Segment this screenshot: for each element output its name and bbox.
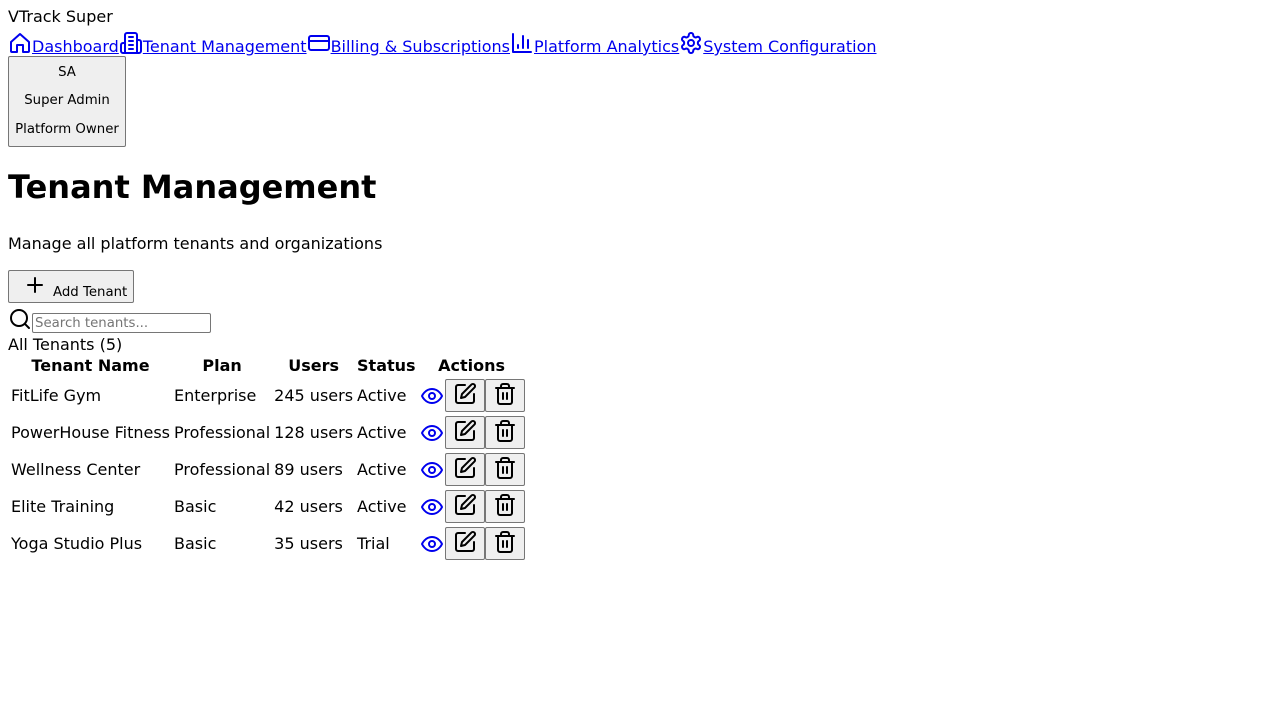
edit-icon bbox=[453, 419, 477, 446]
plus-icon bbox=[23, 273, 47, 300]
page: VTrack Super Dashboard Tenant Management… bbox=[0, 0, 1280, 571]
tenant-name-cell: Wellness Center bbox=[11, 460, 141, 479]
users-cell: 128 users bbox=[274, 423, 354, 442]
nav-tenant-management[interactable]: Tenant Management bbox=[119, 31, 307, 56]
nav-dashboard-label: Dashboard bbox=[32, 37, 119, 56]
table-row: FitLife Gym Enterprise 245 users Active bbox=[10, 378, 525, 413]
trash-icon bbox=[493, 530, 517, 557]
nav-system-configuration-label: System Configuration bbox=[703, 37, 877, 56]
gear-icon bbox=[679, 31, 703, 56]
user-role: Platform Owner bbox=[15, 121, 119, 137]
delete-tenant-button[interactable] bbox=[484, 490, 525, 523]
add-tenant-label: Add Tenant bbox=[53, 285, 128, 300]
nav-billing[interactable]: Billing & Subscriptions bbox=[307, 31, 510, 56]
nav-analytics[interactable]: Platform Analytics bbox=[510, 31, 679, 56]
trash-icon bbox=[493, 493, 517, 520]
table-title: All Tenants (5) bbox=[8, 335, 123, 354]
plan-cell: Professional bbox=[174, 460, 271, 479]
status-cell: Trial bbox=[357, 534, 390, 553]
column-header-plan: Plan bbox=[202, 356, 242, 375]
search-bar bbox=[8, 305, 1272, 333]
table-row: Elite Training Basic 42 users Active bbox=[10, 489, 525, 524]
page-title: Tenant Management bbox=[8, 168, 377, 206]
edit-icon bbox=[453, 530, 477, 557]
actions-cell bbox=[419, 415, 525, 450]
main-nav: Dashboard Tenant Management Billing & Su… bbox=[8, 26, 1272, 56]
trash-icon bbox=[493, 456, 517, 483]
eye-icon bbox=[420, 532, 444, 556]
edit-tenant-button[interactable] bbox=[444, 416, 485, 449]
view-tenant-link[interactable] bbox=[420, 421, 444, 445]
column-header-actions: Actions bbox=[438, 356, 506, 375]
tenant-name-cell: FitLife Gym bbox=[11, 386, 102, 405]
building-icon bbox=[119, 31, 143, 56]
app-title: VTrack Super bbox=[8, 7, 113, 26]
delete-tenant-button[interactable] bbox=[484, 453, 525, 486]
tenant-name-cell: PowerHouse Fitness bbox=[11, 423, 171, 442]
credit-card-icon bbox=[307, 31, 331, 56]
edit-icon bbox=[453, 456, 477, 483]
nav-dashboard[interactable]: Dashboard bbox=[8, 31, 119, 56]
nav-analytics-label: Platform Analytics bbox=[534, 37, 680, 56]
actions-cell bbox=[419, 452, 525, 487]
avatar: SA bbox=[58, 64, 76, 80]
page-subtitle: Manage all platform tenants and organiza… bbox=[8, 234, 383, 253]
eye-icon bbox=[420, 384, 444, 408]
status-cell: Active bbox=[357, 460, 407, 479]
view-tenant-link[interactable] bbox=[420, 458, 444, 482]
nav-billing-label: Billing & Subscriptions bbox=[330, 37, 511, 56]
column-header-users: Users bbox=[288, 356, 339, 375]
column-header-tenant-name: Tenant Name bbox=[31, 356, 150, 375]
eye-icon bbox=[420, 421, 444, 445]
plan-cell: Basic bbox=[174, 497, 217, 516]
user-name: Super Admin bbox=[24, 93, 110, 109]
plan-cell: Professional bbox=[174, 423, 271, 442]
plan-cell: Basic bbox=[174, 534, 217, 553]
actions-cell bbox=[419, 378, 525, 413]
edit-tenant-button[interactable] bbox=[444, 527, 485, 560]
actions-cell bbox=[419, 489, 525, 524]
nav-system-configuration[interactable]: System Configuration bbox=[679, 31, 877, 56]
users-cell: 89 users bbox=[274, 460, 343, 479]
delete-tenant-button[interactable] bbox=[484, 379, 525, 412]
search-input[interactable] bbox=[32, 313, 211, 333]
bar-chart-icon bbox=[510, 31, 534, 56]
user-menu-button[interactable]: SA Super Admin Platform Owner bbox=[8, 56, 126, 147]
tenant-name-cell: Yoga Studio Plus bbox=[11, 534, 143, 553]
eye-icon bbox=[420, 458, 444, 482]
users-cell: 35 users bbox=[274, 534, 343, 553]
edit-icon bbox=[453, 493, 477, 520]
table-row: Yoga Studio Plus Basic 35 users Trial bbox=[10, 526, 525, 561]
edit-tenant-button[interactable] bbox=[444, 379, 485, 412]
view-tenant-link[interactable] bbox=[420, 384, 444, 408]
users-cell: 245 users bbox=[274, 386, 354, 405]
status-cell: Active bbox=[357, 497, 407, 516]
home-icon bbox=[8, 31, 32, 56]
users-cell: 42 users bbox=[274, 497, 343, 516]
edit-icon bbox=[453, 382, 477, 409]
table-row: PowerHouse Fitness Professional 128 user… bbox=[10, 415, 525, 450]
view-tenant-link[interactable] bbox=[420, 532, 444, 556]
search-icon bbox=[8, 307, 32, 333]
table-header-row: Tenant Name Plan Users Status Actions bbox=[10, 356, 525, 376]
trash-icon bbox=[493, 382, 517, 409]
actions-cell bbox=[419, 526, 525, 561]
edit-tenant-button[interactable] bbox=[444, 453, 485, 486]
delete-tenant-button[interactable] bbox=[484, 416, 525, 449]
plan-cell: Enterprise bbox=[174, 386, 257, 405]
nav-tenant-management-label: Tenant Management bbox=[142, 37, 307, 56]
tenants-table: Tenant Name Plan Users Status Actions Fi… bbox=[8, 354, 527, 563]
edit-tenant-button[interactable] bbox=[444, 490, 485, 523]
tenant-name-cell: Elite Training bbox=[11, 497, 115, 516]
status-cell: Active bbox=[357, 423, 407, 442]
trash-icon bbox=[493, 419, 517, 446]
status-cell: Active bbox=[357, 386, 407, 405]
add-tenant-button[interactable]: Add Tenant bbox=[8, 270, 135, 303]
table-row: Wellness Center Professional 89 users Ac… bbox=[10, 452, 525, 487]
column-header-status: Status bbox=[357, 356, 416, 375]
view-tenant-link[interactable] bbox=[420, 495, 444, 519]
eye-icon bbox=[420, 495, 444, 519]
delete-tenant-button[interactable] bbox=[484, 527, 525, 560]
